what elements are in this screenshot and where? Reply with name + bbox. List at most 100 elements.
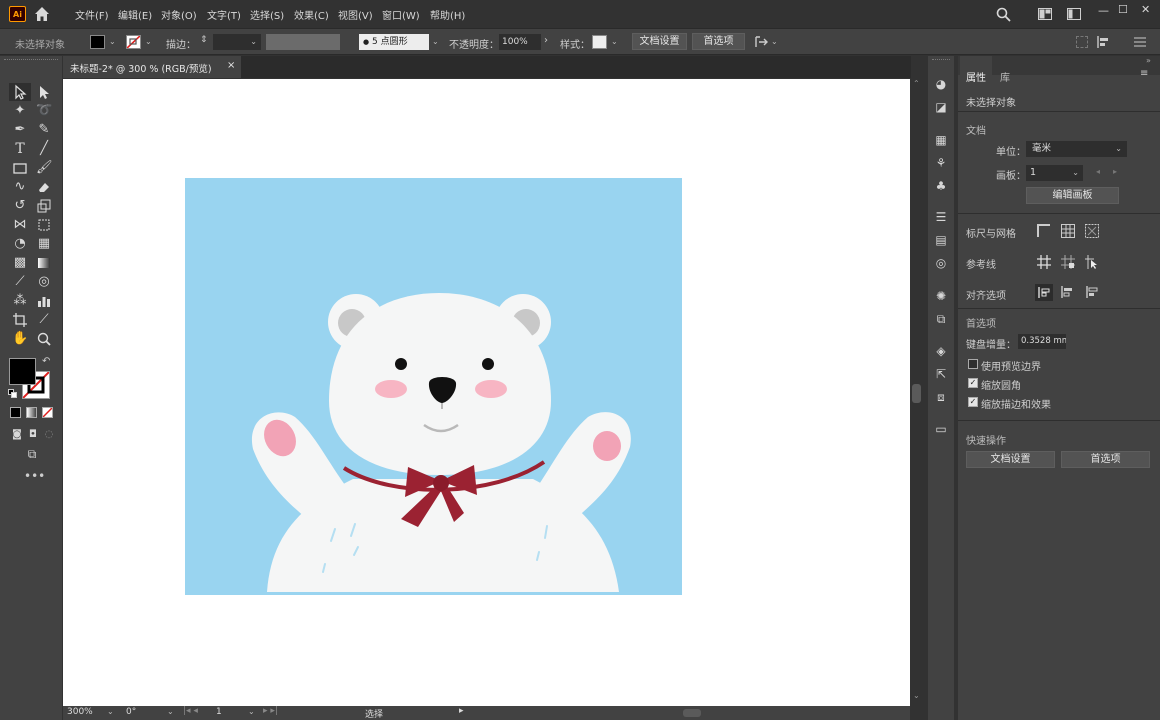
transform-icon[interactable] xyxy=(1076,36,1088,48)
panel-grip[interactable] xyxy=(4,59,58,63)
opacity-label[interactable]: 不透明度： xyxy=(449,36,499,51)
status-menu-arrow[interactable]: ▸ xyxy=(459,706,464,716)
blend-tool-icon[interactable]: ◎ xyxy=(36,274,52,290)
curvature-tool-icon[interactable]: ✎ xyxy=(36,122,52,138)
smart-guides-icon[interactable] xyxy=(1085,255,1099,269)
quick-preferences-button[interactable]: 首选项 xyxy=(1061,451,1150,468)
artboards-icon[interactable]: ⧈ xyxy=(934,390,948,404)
document-setup-button[interactable]: 文档设置 xyxy=(632,33,687,50)
mesh-tool-icon[interactable]: ▩ xyxy=(12,255,28,271)
maximize-button[interactable]: ☐ xyxy=(1118,3,1128,16)
edit-artboards-button[interactable]: 编辑画板 xyxy=(1026,187,1119,204)
chevron-down-icon[interactable]: ⌄ xyxy=(771,37,778,46)
panel-menu-icon[interactable]: ≡ xyxy=(1140,68,1148,79)
artboard-tool-icon[interactable] xyxy=(12,312,28,328)
chevron-down-icon[interactable]: ⌄ xyxy=(248,707,255,716)
menu-view[interactable]: 视图(V) xyxy=(338,7,373,22)
workspace-switcher-icon[interactable] xyxy=(1067,8,1081,20)
menu-edit[interactable]: 编辑(E) xyxy=(118,7,152,22)
free-transform-tool-icon[interactable] xyxy=(36,217,52,233)
rotate-tool-icon[interactable]: ↺ xyxy=(12,198,28,214)
gradient-panel-icon[interactable]: ▤ xyxy=(934,233,948,247)
draw-normal-icon[interactable]: ◙ xyxy=(9,427,25,443)
stroke-swatch[interactable] xyxy=(126,35,141,49)
color-panel-icon[interactable]: ◪ xyxy=(934,100,948,114)
ruler-icon[interactable] xyxy=(1037,224,1051,238)
align-to-key-object-icon[interactable] xyxy=(1060,285,1074,299)
layers-icon[interactable]: ◈ xyxy=(934,344,948,358)
shape-builder-tool-icon[interactable]: ◔ xyxy=(12,236,28,252)
color-mode-icon[interactable] xyxy=(10,407,21,418)
default-fill-stroke-icon[interactable] xyxy=(8,389,17,398)
menu-help[interactable]: 帮助(H) xyxy=(430,7,465,22)
opacity-field[interactable]: 100% xyxy=(499,34,541,50)
type-tool-icon[interactable]: T xyxy=(12,141,28,157)
units-dropdown[interactable]: 毫米 ⌄ xyxy=(1026,141,1127,157)
symbol-sprayer-tool-icon[interactable]: ⁂ xyxy=(12,293,28,309)
color-guide-icon[interactable]: ◕ xyxy=(934,77,948,91)
scroll-down-icon[interactable]: ⌄ xyxy=(913,691,920,700)
search-icon[interactable] xyxy=(996,7,1011,22)
control-bar-menu-icon[interactable] xyxy=(1134,36,1146,48)
checkbox-scale-corners[interactable]: ✓ xyxy=(968,378,978,388)
panel-dock-handle[interactable] xyxy=(912,385,921,403)
menu-effect[interactable]: 效果(C) xyxy=(294,7,329,22)
transparency-grid-icon[interactable] xyxy=(1085,224,1099,238)
preferences-button[interactable]: 首选项 xyxy=(692,33,745,50)
pen-tool-icon[interactable]: ✒ xyxy=(12,122,28,138)
chevron-down-icon[interactable]: ⌄ xyxy=(167,707,174,716)
menu-type[interactable]: 文字(T) xyxy=(207,7,241,22)
quick-document-setup-button[interactable]: 文档设置 xyxy=(966,451,1055,468)
align-icon[interactable] xyxy=(1097,35,1111,49)
transparency-icon[interactable]: ◎ xyxy=(934,256,948,270)
comments-icon[interactable]: ▭ xyxy=(934,422,948,436)
checkbox-preview-bounds[interactable] xyxy=(968,359,978,369)
chevron-down-icon[interactable]: ⌄ xyxy=(107,707,114,716)
edit-toolbar-icon[interactable]: ••• xyxy=(24,469,45,483)
horizontal-scroll-thumb[interactable] xyxy=(683,709,701,717)
canvas[interactable] xyxy=(63,79,910,706)
artboard-prev-icon[interactable]: ◂ xyxy=(1096,167,1100,176)
checkbox-scale-strokes[interactable]: ✓ xyxy=(968,397,978,407)
rectangle-tool-icon[interactable] xyxy=(12,160,28,176)
chevron-down-icon[interactable]: ⌄ xyxy=(432,37,439,46)
zoom-tool-icon[interactable] xyxy=(36,331,52,347)
fill-swatch[interactable] xyxy=(90,35,105,49)
scroll-up-icon[interactable]: ⌃ xyxy=(913,79,920,88)
eyedropper-tool-icon[interactable]: ⟋ xyxy=(12,274,28,290)
selection-tool-icon[interactable] xyxy=(12,84,28,100)
menu-object[interactable]: 对象(O) xyxy=(161,7,197,22)
brush-definition-field[interactable]: ● 5 点圆形 xyxy=(359,34,429,50)
fill-color-swatch[interactable] xyxy=(9,358,36,385)
none-mode-icon[interactable] xyxy=(42,407,53,418)
scale-tool-icon[interactable] xyxy=(36,198,52,214)
gradient-mode-icon[interactable] xyxy=(26,407,37,418)
chevron-down-icon[interactable]: ⌄ xyxy=(611,37,618,46)
brushes-icon[interactable]: ⚘ xyxy=(934,156,948,170)
eraser-tool-icon[interactable] xyxy=(36,179,52,195)
variable-width-profile[interactable] xyxy=(266,34,340,50)
swap-fill-stroke-icon[interactable]: ↶ xyxy=(42,356,50,367)
rotation-value[interactable]: 0° xyxy=(126,707,136,717)
arrange-icon[interactable] xyxy=(754,35,768,49)
zoom-level[interactable]: 300% xyxy=(67,707,93,717)
stroke-weight-field[interactable]: ⌄ xyxy=(213,34,261,50)
close-button[interactable]: ✕ xyxy=(1141,3,1150,16)
line-segment-tool-icon[interactable]: ╱ xyxy=(36,141,52,157)
panel-grip[interactable] xyxy=(932,59,950,60)
gradient-tool-icon[interactable] xyxy=(36,255,52,271)
arrange-documents-icon[interactable] xyxy=(1038,8,1052,20)
draw-inside-icon[interactable]: ◌ xyxy=(41,427,57,443)
close-tab-icon[interactable]: × xyxy=(227,60,235,71)
lock-guides-icon[interactable] xyxy=(1061,255,1075,269)
swatches-icon[interactable]: ▦ xyxy=(934,133,948,147)
chevron-right-icon[interactable]: › xyxy=(544,35,548,46)
hand-tool-icon[interactable]: ✋ xyxy=(12,331,28,347)
stroke-panel-icon[interactable]: ☰ xyxy=(934,210,948,224)
collapse-panel-icon[interactable]: » xyxy=(1146,56,1151,65)
shaper-tool-icon[interactable]: ∿ xyxy=(12,179,28,195)
grid-icon[interactable] xyxy=(1061,224,1075,238)
menu-file[interactable]: 文件(F) xyxy=(75,7,109,22)
chevron-down-icon[interactable]: ⌄ xyxy=(109,37,116,46)
artboard-dropdown[interactable]: 1 ⌄ xyxy=(1026,165,1083,181)
